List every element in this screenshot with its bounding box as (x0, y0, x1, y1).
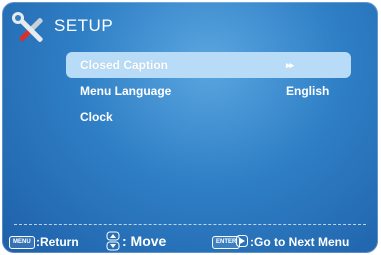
menu-item-clock[interactable]: Clock (66, 104, 351, 130)
menu-item-closed-caption[interactable]: Closed Caption ▸▸ (66, 52, 351, 78)
menu-item-value: English (286, 84, 330, 98)
footer-divider (14, 224, 366, 225)
up-down-key-icon (106, 231, 120, 251)
setup-screen: SETUP Closed Caption ▸▸ Menu Language En… (2, 2, 378, 253)
tools-icon (12, 12, 43, 42)
page-title: SETUP (54, 16, 114, 35)
footer-help: MENU :Return : Move ENTER :Go to Next Me… (2, 230, 378, 253)
right-key-icon (236, 235, 248, 247)
menu-item-label: Clock (80, 110, 113, 124)
menu-item-menu-language[interactable]: Menu Language English (66, 78, 351, 104)
setup-menu: Closed Caption ▸▸ Menu Language English … (66, 52, 351, 130)
move-hint: : Move (122, 233, 167, 249)
header: SETUP (2, 2, 378, 52)
menu-key-icon: MENU (9, 236, 35, 249)
return-hint: :Return (36, 235, 79, 249)
menu-item-label: Closed Caption (80, 58, 169, 72)
next-menu-hint: :Go to Next Menu (250, 235, 350, 249)
menu-item-label: Menu Language (80, 84, 172, 98)
submenu-arrow-icon: ▸▸ (286, 60, 294, 70)
